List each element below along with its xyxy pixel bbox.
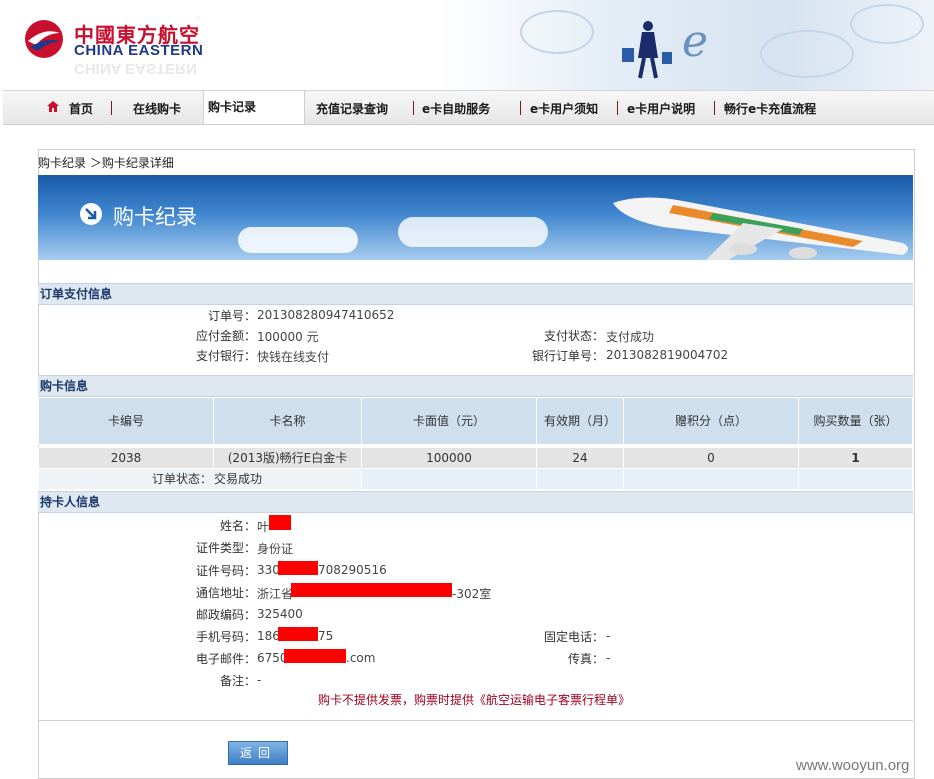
nav-item-home[interactable]: 首页: [69, 100, 93, 117]
amount-value: 100000 元: [257, 330, 319, 344]
id-type-label: 证件类型：: [195, 541, 256, 555]
col-header-quantity: 购买数量（张）: [798, 397, 913, 445]
id-number-label: 证件号码：: [195, 564, 256, 578]
brand-name-reflection: CHINA EASTERN: [74, 60, 197, 77]
postcode-label: 邮政编码：: [195, 608, 256, 622]
id-number-prefix: 330: [257, 563, 280, 577]
order-status-value: 交易成功: [214, 472, 263, 486]
email-prefix: 6750: [257, 651, 288, 665]
nav-item-user-guide[interactable]: e卡用户说明: [627, 100, 695, 117]
cloud-decoration: [238, 227, 358, 253]
fax-value: -: [606, 651, 611, 665]
nav-separator: [520, 101, 521, 115]
brand-name-en: CHINA EASTERN: [74, 42, 204, 59]
order-number-value: 201308280947410652: [257, 308, 395, 322]
phone-value: -: [606, 629, 611, 643]
id-number-suffix: 708290516: [318, 563, 387, 577]
nav-separator: [714, 101, 715, 115]
table-cell-quantity: 1: [798, 447, 913, 469]
invoice-notice: 购卡不提供发票，购票时提供《航空运输电子客票行程单》: [318, 693, 631, 707]
table-cell-validity: 24: [536, 447, 624, 469]
payment-status-label: 支付状态：: [543, 329, 604, 343]
nav-separator: [111, 101, 112, 115]
nav-item-purchase-records[interactable]: 购卡记录: [203, 91, 305, 124]
col-header-points: 赠积分（点）: [623, 397, 799, 445]
breadcrumb[interactable]: 购卡纪录 ＞购卡纪录详细: [38, 154, 174, 171]
section-title: 持卡人信息: [40, 495, 101, 509]
remark-label: 备注：: [219, 674, 256, 688]
section-purchase-header: 购卡信息: [38, 375, 913, 397]
swirl-decoration: [760, 30, 854, 78]
nav-separator: [413, 101, 414, 115]
address-prefix: 浙江省: [257, 587, 294, 601]
redaction-mark: [278, 627, 318, 641]
name-value: 叶: [257, 520, 270, 534]
bank-order-value: 2013082819004702: [606, 348, 729, 362]
payment-status-value: 支付成功: [606, 330, 655, 344]
watermark: www.wooyun.org: [796, 757, 910, 774]
mobile-label: 手机号码：: [195, 630, 256, 644]
email-label: 电子邮件：: [195, 652, 256, 666]
col-header-card-no: 卡编号: [38, 397, 214, 445]
amount-label: 应付金额：: [195, 329, 256, 343]
col-header-face-value: 卡面值（元）: [361, 397, 537, 445]
home-icon: [47, 101, 59, 112]
address-suffix: -302室: [452, 587, 492, 601]
cloud-decoration: [398, 217, 548, 247]
name-label: 姓名：: [219, 519, 256, 533]
bank-order-label: 银行订单号：: [531, 349, 604, 363]
fax-label: 传真：: [567, 652, 604, 666]
phone-label: 固定电话：: [543, 630, 604, 644]
table-cell-face-value: 100000: [361, 447, 537, 469]
mobile-prefix: 186: [257, 629, 280, 643]
traveler-figure-icon: [622, 21, 672, 79]
site-header: 中國東方航空 CHINA EASTERN CHINA EASTERN e: [0, 0, 934, 90]
section-payment-header: 订单支付信息: [38, 283, 913, 305]
table-cell-empty: [623, 468, 799, 490]
redaction-mark: [278, 561, 318, 575]
section-title: 订单支付信息: [40, 287, 113, 301]
redaction-mark: [291, 583, 452, 597]
section-holder-header: 持卡人信息: [38, 491, 913, 513]
china-eastern-logo-icon[interactable]: [24, 19, 64, 59]
remark-value: -: [257, 673, 262, 687]
nav-item-self-service[interactable]: e卡自助服务: [422, 100, 490, 117]
mobile-suffix: 75: [318, 629, 334, 643]
table-cell-empty: [798, 468, 913, 490]
e-card-logo-icon: e: [682, 16, 709, 67]
back-button[interactable]: 返回: [228, 741, 288, 765]
nav-item-recharge-query[interactable]: 充值记录查询: [316, 100, 388, 117]
bank-label: 支付银行：: [195, 349, 256, 363]
postcode-value: 325400: [257, 607, 303, 621]
main-nav: 首页 在线购卡 购卡记录 充值记录查询 e卡自助服务 e卡用户须知 e卡用户说明…: [3, 90, 934, 125]
bank-value: 快钱在线支付: [257, 350, 330, 364]
table-cell-points: 0: [623, 447, 799, 469]
swirl-decoration: [850, 4, 924, 44]
address-label: 通信地址：: [195, 586, 256, 600]
email-suffix: .com: [346, 651, 376, 665]
nav-item-recharge-flow[interactable]: 畅行e卡充值流程: [724, 100, 816, 117]
id-type-value: 身份证: [257, 542, 294, 556]
col-header-card-name: 卡名称: [213, 397, 362, 445]
table-cell-card-no: 2038: [38, 447, 214, 469]
table-cell-empty: [361, 468, 537, 490]
nav-separator: [617, 101, 618, 115]
nav-item-user-notice[interactable]: e卡用户须知: [530, 100, 598, 117]
order-status-label: 订单状态：: [152, 472, 213, 486]
nav-item-buy-online[interactable]: 在线购卡: [133, 100, 181, 117]
arrow-circle-icon: [80, 203, 102, 225]
order-status-row: 订单状态： 交易成功: [38, 468, 362, 490]
col-header-validity: 有效期（月）: [536, 397, 624, 445]
redaction-mark: [284, 649, 346, 663]
page-title: 购卡纪录: [113, 205, 197, 229]
table-cell-card-name: (2013版)畅行E白金卡: [213, 447, 362, 469]
airplane-icon: [613, 197, 908, 260]
redaction-mark: [269, 515, 291, 530]
table-cell-empty: [536, 468, 624, 490]
section-title: 购卡信息: [40, 379, 89, 393]
swirl-decoration: [520, 10, 594, 54]
divider: [38, 720, 913, 721]
order-number-label: 订单号：: [207, 309, 256, 323]
